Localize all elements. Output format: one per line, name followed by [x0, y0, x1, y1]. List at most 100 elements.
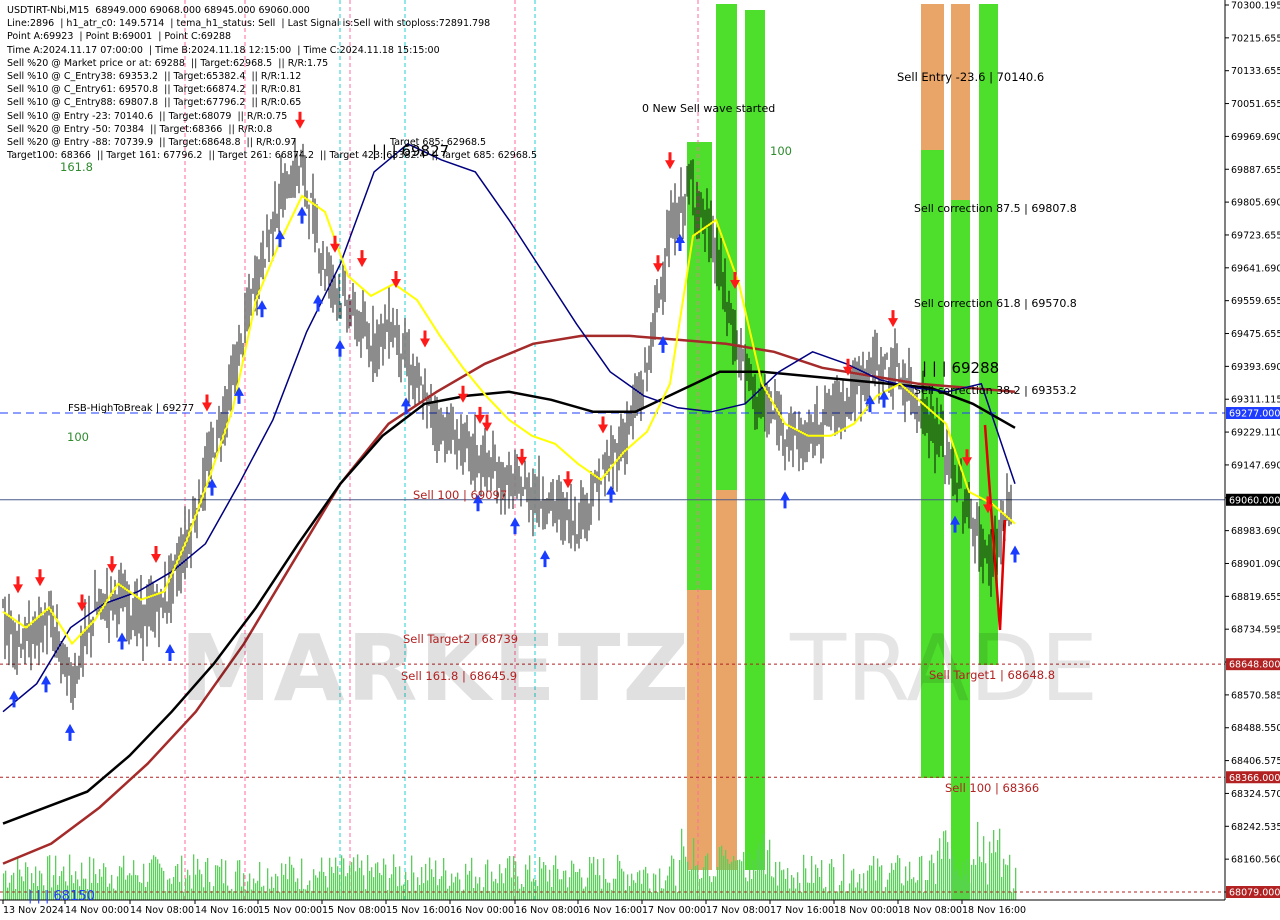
volume-bar: [993, 830, 995, 900]
volume-bar: [895, 862, 897, 900]
volume-bar: [905, 866, 907, 900]
volume-bar: [495, 878, 497, 900]
volume-bar: [601, 888, 603, 900]
volume-bar: [547, 881, 549, 900]
volume-bar: [939, 838, 941, 900]
volume-bar: [421, 867, 423, 900]
volume-bar: [419, 885, 421, 900]
volume-bar: [943, 831, 945, 900]
volume-bar: [467, 874, 469, 900]
volume-bar: [213, 886, 215, 900]
volume-bar: [517, 876, 519, 900]
price-tag-label: 69060.000: [1229, 495, 1280, 506]
y-tick-label: 70215.655: [1231, 33, 1280, 44]
volume-bar: [139, 881, 141, 900]
annotation-low-mark: | | | 68150: [28, 889, 95, 904]
volume-bar: [161, 867, 163, 900]
volume-bar: [779, 861, 781, 900]
volume-bar: [471, 857, 473, 900]
volume-bar: [893, 869, 895, 900]
volume-bar: [695, 866, 697, 900]
volume-bar: [341, 855, 343, 900]
volume-bar: [785, 878, 787, 900]
volume-bar: [9, 882, 11, 900]
volume-bar: [537, 885, 539, 900]
volume-bar: [815, 864, 817, 900]
annotation-point-c: | | | 69288: [922, 359, 1000, 377]
volume-bar: [775, 861, 777, 900]
y-tick-label: 68488.550: [1231, 723, 1280, 734]
volume-bar: [985, 863, 987, 900]
volume-bar: [227, 885, 229, 900]
volume-bar: [125, 879, 127, 900]
volume-bar: [751, 878, 753, 900]
y-tick-label: 70133.655: [1231, 66, 1280, 77]
volume-bar: [405, 871, 407, 900]
info-line: Sell %20 @ Entry -50: 70384 || Target:68…: [7, 123, 273, 135]
volume-bar: [805, 868, 807, 900]
volume-bar: [323, 871, 325, 900]
volume-bar: [739, 859, 741, 900]
y-tick-label: 68242.535: [1231, 822, 1280, 833]
volume-bar: [671, 855, 673, 900]
volume-bar: [135, 874, 137, 900]
volume-bar: [153, 855, 155, 900]
volume-bar: [367, 855, 369, 900]
volume-bar: [339, 874, 341, 900]
volume-bar: [903, 885, 905, 900]
volume-bar: [987, 884, 989, 900]
volume-bar: [553, 865, 555, 900]
volume-bar: [299, 889, 301, 900]
volume-bar: [175, 865, 177, 900]
volume-bar: [301, 858, 303, 900]
volume-bar: [675, 885, 677, 900]
volume-bar: [173, 877, 175, 900]
volume-bar: [95, 874, 97, 900]
volume-bar: [533, 878, 535, 900]
volume-bar: [703, 867, 705, 900]
volume-bar: [127, 875, 129, 900]
volume-bar: [319, 871, 321, 900]
volume-bar: [513, 856, 515, 900]
volume-bar: [797, 872, 799, 900]
volume-bar: [505, 868, 507, 900]
volume-bar: [759, 842, 761, 900]
y-tick-label: 69475.655: [1231, 329, 1280, 340]
volume-bar: [765, 874, 767, 900]
volume-bar: [599, 875, 601, 900]
y-tick-label: 69723.655: [1231, 230, 1280, 241]
volume-bar: [199, 869, 201, 900]
volume-bar: [593, 856, 595, 900]
volume-bar: [107, 886, 109, 900]
volume-bar: [651, 891, 653, 900]
volume-bar: [5, 870, 7, 900]
volume-bar: [253, 878, 255, 900]
buy-arrow-icon: [335, 339, 345, 357]
volume-bar: [363, 875, 365, 900]
volume-bar: [251, 889, 253, 900]
volume-bar: [699, 879, 701, 900]
volume-bar: [835, 891, 837, 900]
volume-bar: [233, 891, 235, 900]
volume-bar: [225, 860, 227, 900]
volume-bar: [163, 870, 165, 900]
volume-bar: [541, 868, 543, 900]
volume-bar: [837, 891, 839, 900]
volume-bar: [165, 891, 167, 900]
volume-bar: [111, 874, 113, 900]
annotation-sell-1618: Sell 161.8 | 68645.9: [401, 669, 518, 683]
volume-bar: [687, 861, 689, 900]
volume-bar: [337, 866, 339, 900]
volume-bar: [201, 874, 203, 900]
volume-bar: [375, 863, 377, 900]
volume-bar: [99, 869, 101, 900]
volume-bar: [873, 855, 875, 900]
volume-bar: [773, 877, 775, 900]
sell-arrow-icon: [598, 416, 608, 434]
volume-bar: [949, 858, 951, 900]
y-tick-label: 69559.655: [1231, 296, 1280, 307]
volume-bar: [623, 871, 625, 900]
volume-bar: [925, 880, 927, 900]
volume-bar: [321, 857, 323, 900]
volume-bar: [761, 859, 763, 900]
